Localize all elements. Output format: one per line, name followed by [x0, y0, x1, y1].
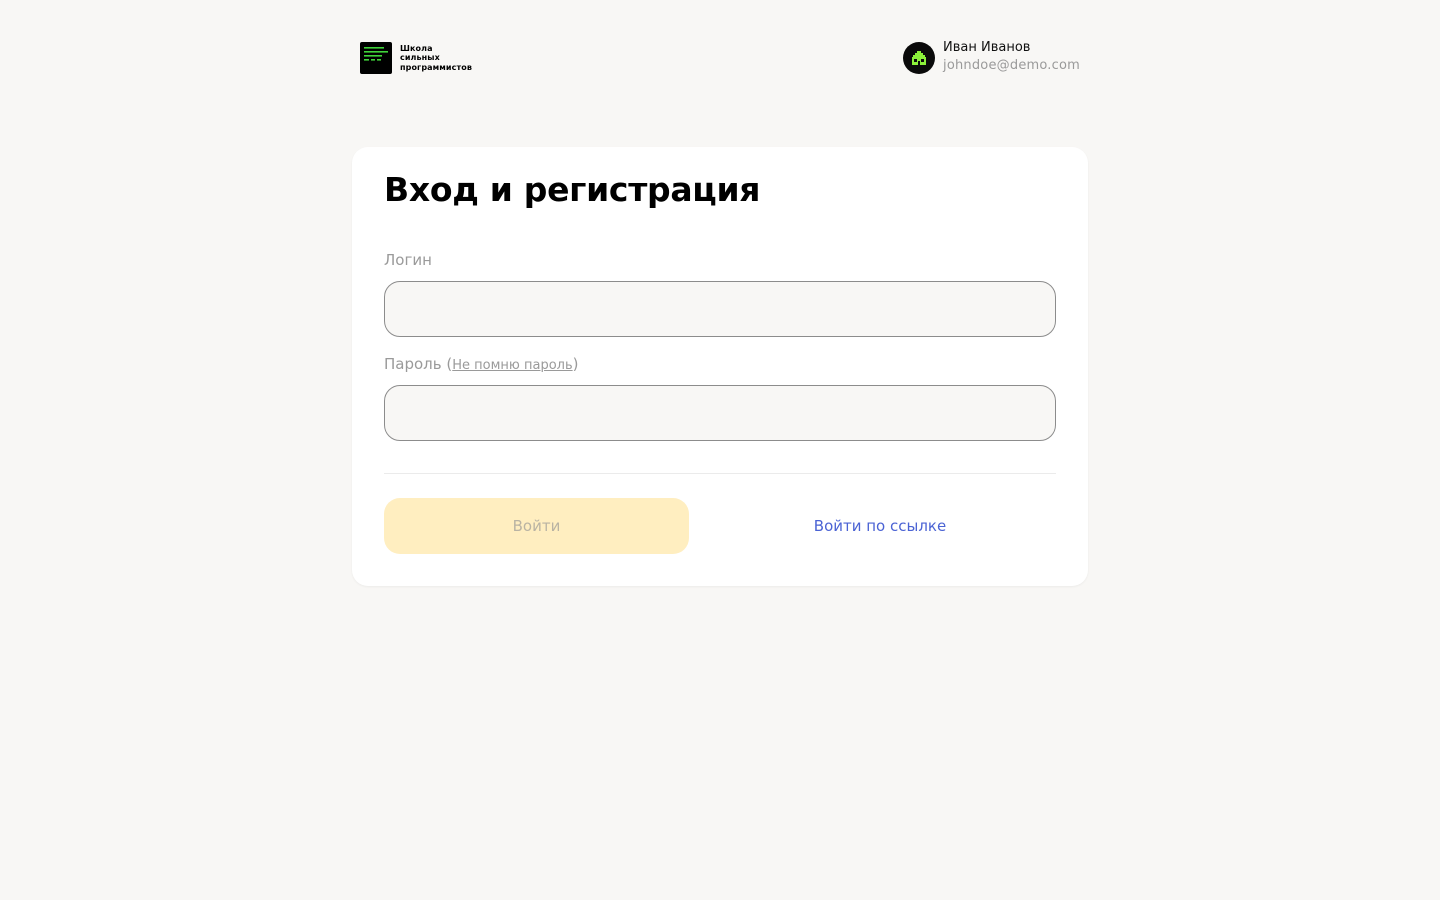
terminal-lines-icon — [360, 42, 392, 74]
user-email: johndoe@demo.com — [943, 58, 1080, 73]
logo-text: Школа сильных программистов — [400, 44, 472, 73]
password-label-text: Пароль — [384, 355, 442, 373]
logo-line-1: Школа — [400, 43, 433, 53]
login-by-link-button[interactable]: Войти по ссылке — [724, 498, 1036, 554]
pixel-house-avatar-icon — [912, 51, 927, 65]
avatar — [903, 42, 936, 74]
page-title: Вход и регистрация — [384, 170, 761, 209]
forgot-password-link[interactable]: Не помню пароль — [452, 358, 572, 373]
form-divider — [384, 473, 1056, 474]
school-logo[interactable]: Школа сильных программистов — [360, 42, 472, 74]
password-input[interactable] — [384, 385, 1056, 441]
password-label: Пароль (Не помню пароль) — [384, 354, 578, 376]
page-header: Школа сильных программистов Иван Иванов … — [360, 40, 1080, 76]
user-name: Иван Иванов — [943, 40, 1031, 55]
user-info: Иван Иванов johndoe@demo.com — [943, 40, 1080, 76]
logo-line-3: программистов — [400, 62, 472, 72]
login-input[interactable] — [384, 281, 1056, 337]
user-profile[interactable]: Иван Иванов johndoe@demo.com — [903, 40, 1080, 76]
login-card: Вход и регистрация Логин Пароль (Не помн… — [352, 147, 1088, 586]
login-label: Логин — [384, 251, 432, 269]
login-button[interactable]: Войти — [384, 498, 689, 554]
password-label-close-paren: ) — [572, 355, 579, 373]
logo-line-2: сильных — [400, 53, 440, 63]
password-label-open-paren: ( — [441, 355, 453, 373]
